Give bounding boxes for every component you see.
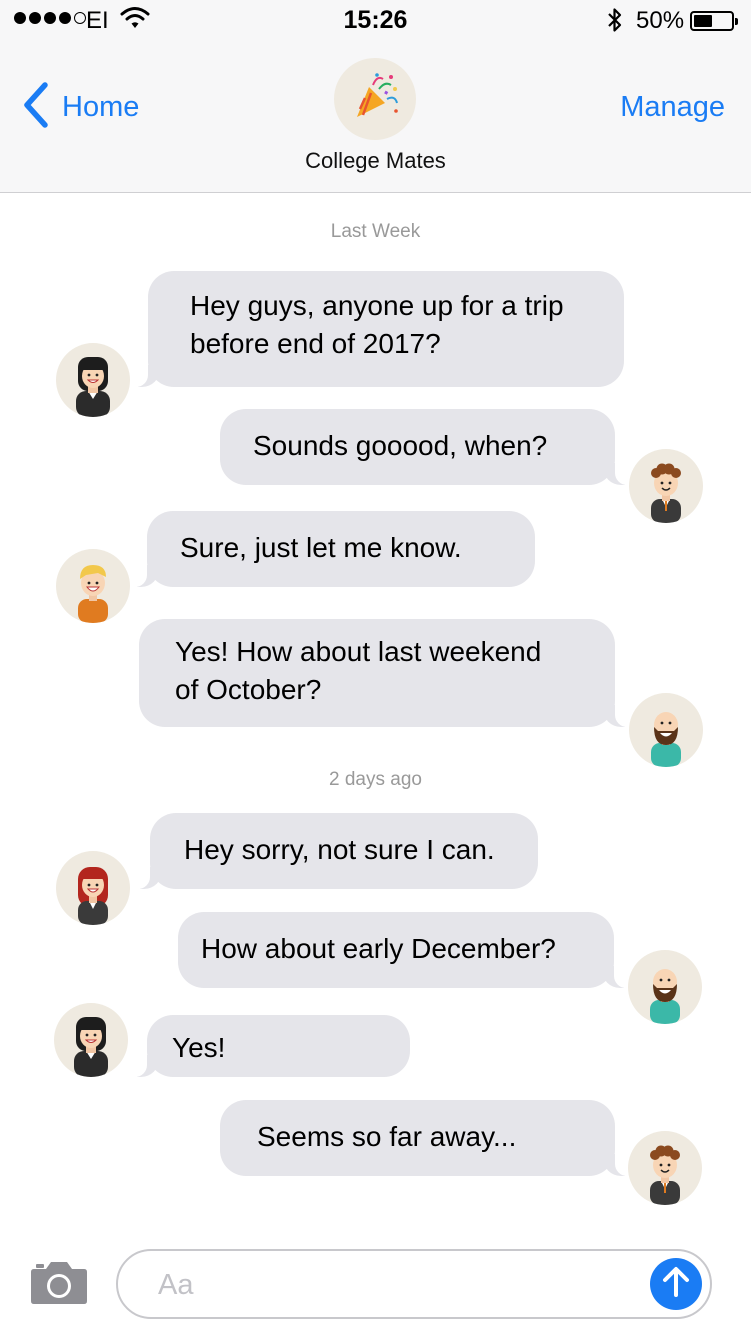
- group-avatar[interactable]: [334, 58, 416, 140]
- avatar-brown-curly-man[interactable]: [628, 1131, 702, 1205]
- chevron-left-icon: [22, 82, 50, 133]
- send-button[interactable]: [650, 1258, 702, 1310]
- message-bubble[interactable]: Seems so far away...: [220, 1100, 635, 1176]
- status-bar: EI 15:26 50%: [0, 0, 751, 40]
- message-bubble[interactable]: Hey sorry, not sure I can.: [130, 813, 538, 889]
- manage-button[interactable]: Manage: [620, 91, 725, 124]
- bluetooth-icon: [606, 6, 624, 41]
- avatar-bearded-man[interactable]: [629, 693, 703, 767]
- camera-icon[interactable]: [30, 1259, 88, 1310]
- message-text: of October?: [175, 674, 322, 705]
- message-composer: [0, 1233, 751, 1334]
- group-name[interactable]: College Mates: [0, 148, 751, 174]
- message-bubble[interactable]: Yes! How about last weekend of October?: [139, 619, 635, 727]
- conversation[interactable]: Last Week Hey guys, anyone up for a trip…: [0, 193, 751, 1233]
- avatar-red-hair-woman[interactable]: [56, 851, 130, 925]
- message-bubble[interactable]: Sure, just let me know.: [127, 511, 535, 587]
- arrow-up-icon: [661, 1266, 691, 1303]
- message-bubble[interactable]: Yes!: [127, 1015, 410, 1077]
- avatar-blonde-man[interactable]: [56, 549, 130, 623]
- message-text: Seems so far away...: [257, 1121, 517, 1152]
- battery-icon: [690, 11, 738, 31]
- message-text: Sounds gooood, when?: [253, 430, 548, 461]
- message-text: Yes!: [172, 1032, 226, 1063]
- message-bubble[interactable]: Hey guys, anyone up for a trip before en…: [128, 271, 624, 387]
- message-text: How about early December?: [201, 933, 556, 964]
- avatar-brown-curly-man[interactable]: [629, 449, 703, 523]
- back-button[interactable]: Home: [22, 82, 139, 133]
- message-text: Hey sorry, not sure I can.: [184, 834, 495, 865]
- message-text: Hey guys, anyone up for a trip: [190, 290, 564, 321]
- message-text: before end of 2017?: [190, 328, 441, 359]
- party-popper-icon: [349, 71, 401, 128]
- navigation-header: EI 15:26 50% Home College Mates Manage: [0, 0, 751, 193]
- avatar-black-hair-woman[interactable]: [54, 1003, 128, 1077]
- message-text: Yes! How about last weekend: [175, 636, 542, 667]
- message-text: Sure, just let me know.: [180, 532, 462, 563]
- message-bubble[interactable]: Sounds gooood, when?: [220, 409, 635, 485]
- message-input[interactable]: [156, 1263, 640, 1307]
- back-button-label: Home: [62, 91, 140, 123]
- battery-percent: 50%: [636, 7, 685, 34]
- message-bubble[interactable]: How about early December?: [178, 912, 634, 988]
- message-input-container[interactable]: [116, 1249, 712, 1319]
- avatar-bearded-man[interactable]: [628, 950, 702, 1024]
- timestamp-divider: 2 days ago: [329, 769, 422, 790]
- timestamp-divider: Last Week: [330, 221, 421, 242]
- avatar-black-hair-woman[interactable]: [56, 343, 130, 417]
